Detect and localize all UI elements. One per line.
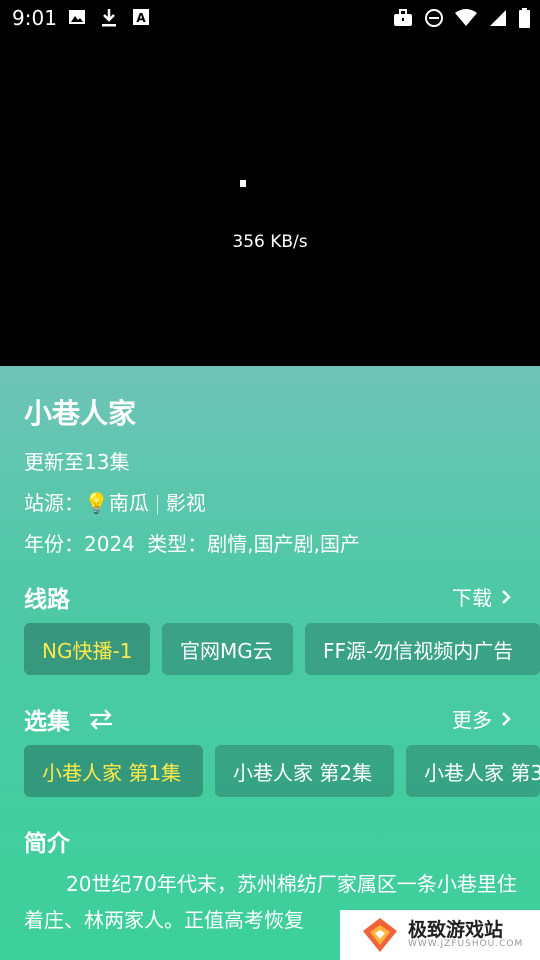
status-bar: 9:01 A [0,0,540,36]
line-chip-3[interactable]: FF源-勿信视频内广告 [305,623,540,675]
episode-chip-1[interactable]: 小巷人家 第1集 [24,745,203,797]
bulb-icon: 💡 [84,491,109,515]
download-label: 下载 [452,586,492,610]
meta-row: 年份：2024 类型：剧情,国产剧,国产 [24,528,360,557]
chevron-right-icon [502,711,511,726]
more-link[interactable]: 更多 [452,704,512,733]
status-time: 9:01 [12,6,57,30]
signal-icon [490,10,506,26]
episodes-header: 选集 [24,702,114,736]
source-name[interactable]: 南瓜 [109,491,149,515]
details-panel: 小巷人家 更新至13集 站源：💡南瓜 影视 年份：2024 类型：剧情,国产剧,国… [0,366,540,960]
intro-title: 简介 [24,831,70,857]
wifi-icon [455,9,477,26]
watermark-logo: 极致游戏站 WWW.JZFUSHOU.COM [340,910,540,960]
image-icon [69,10,85,24]
more-label: 更多 [452,708,492,732]
year-value: 2024 [84,532,135,556]
dnd-icon [425,9,443,27]
source-label: 站源： [24,491,84,515]
line-chip-2[interactable]: 官网MG云 [162,623,293,675]
watermark-text: 极致游戏站 [408,919,504,941]
episodes-title: 选集 [24,709,70,735]
watermark-sub: WWW.JZFUSHOU.COM [408,939,524,949]
swap-icon[interactable] [88,708,114,730]
line-chip-1[interactable]: NG快播-1 [24,623,150,675]
divider [156,494,158,515]
type-value: 剧情,国产剧,国产 [207,532,360,556]
show-title: 小巷人家 [24,397,137,430]
year-label: 年份： [24,532,84,556]
briefcase-icon [394,9,412,26]
battery-icon [519,8,530,28]
loading-indicator [240,180,246,187]
download-icon [102,9,116,27]
type-label: 类型： [147,532,208,556]
chevron-right-icon [502,589,511,604]
episode-chip-2[interactable]: 小巷人家 第2集 [215,745,394,797]
lines-title: 线路 [24,587,70,613]
update-status: 更新至13集 [24,450,130,474]
source-row: 站源：💡南瓜 影视 [24,487,206,516]
svg-text:A: A [136,11,146,25]
diamond-logo-icon [363,918,397,952]
download-speed: 356 KB/s [232,232,308,252]
episode-chip-3[interactable]: 小巷人家 第3集 [406,745,540,797]
font-icon: A [133,9,149,25]
source-extra: 影视 [165,491,206,515]
download-link[interactable]: 下载 [452,582,512,611]
video-player[interactable]: 356 KB/s [0,0,540,366]
